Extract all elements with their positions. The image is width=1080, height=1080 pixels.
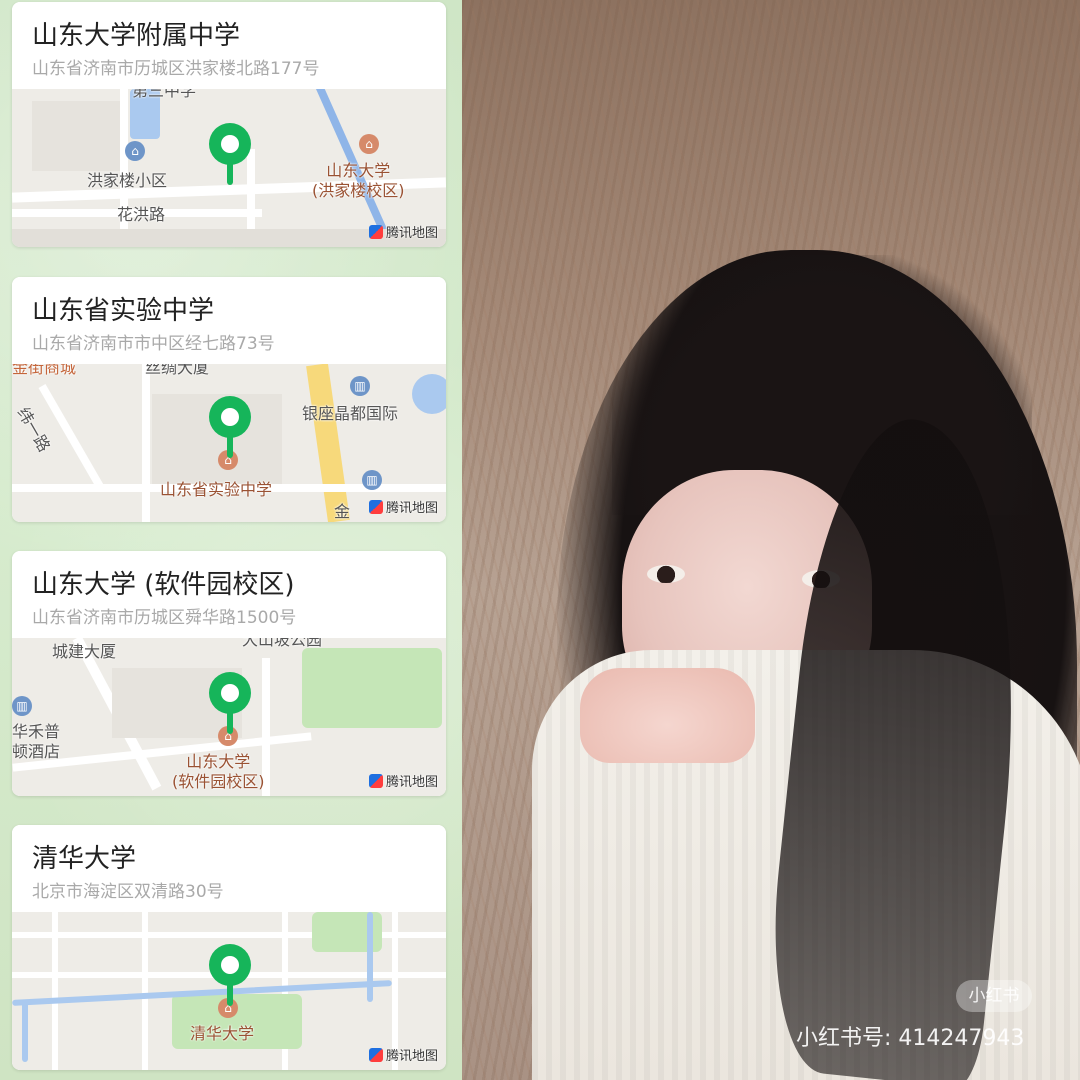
location-card-1[interactable]: 山东大学附属中学 山东省济南市历城区洪家楼北路177号 第三中学 ⌂ 洪家楼小区… <box>12 2 446 247</box>
map-label: 大山坡公园 <box>242 638 323 649</box>
card-header: 山东大学 (软件园校区) 山东省济南市历城区舜华路1500号 <box>12 551 446 638</box>
tencent-map-brand: 腾讯地图 <box>368 771 438 790</box>
location-address: 山东省济南市历城区洪家楼北路177号 <box>32 59 320 79</box>
map-road <box>306 364 350 522</box>
map-road <box>52 912 58 1070</box>
school-icon: ⌂ <box>359 134 379 154</box>
home-icon: ⌂ <box>125 141 145 161</box>
poi-label: 清华大学 <box>190 1024 255 1043</box>
tencent-map-logo-icon <box>368 499 383 514</box>
hand <box>580 668 755 763</box>
tencent-map-logo-icon <box>368 773 383 788</box>
tencent-map-brand: 腾讯地图 <box>368 1045 438 1064</box>
map-preview[interactable]: 金街商城 丝绸大厦 ▥ 银座晶都国际 纬一路 ⌂ 山东省实验中学 ▥ 金 腾讯地… <box>12 364 446 522</box>
poi-label: 山东省实验中学 <box>160 480 273 499</box>
watermark-id: 小红书号: 414247943 <box>796 1026 1025 1051</box>
map-pin-icon <box>209 123 251 185</box>
location-title: 清华大学 <box>32 844 137 874</box>
map-preview[interactable]: 第三中学 ⌂ 洪家楼小区 花洪路 ⌂ 山东大学 (洪家楼校区) 腾讯地图 <box>12 89 446 247</box>
tencent-map-brand: 腾讯地图 <box>368 222 438 241</box>
brand-label: 腾讯地图 <box>385 226 438 241</box>
tencent-map-logo-icon <box>368 224 383 239</box>
brand-label: 腾讯地图 <box>385 1049 438 1064</box>
location-card-4[interactable]: 清华大学 北京市海淀区双清路30号 ⌂ 清华大学 腾讯地图 <box>12 825 446 1070</box>
map-label: 洪家楼小区 <box>87 171 168 190</box>
brand-label: 腾讯地图 <box>385 775 438 790</box>
card-header: 山东省实验中学 山东省济南市市中区经七路73号 <box>12 277 446 364</box>
location-title: 山东大学 (软件园校区) <box>32 570 295 600</box>
building-icon: ▥ <box>12 696 32 716</box>
building-icon: ▥ <box>362 470 382 490</box>
location-address: 山东省济南市市中区经七路73号 <box>32 334 275 354</box>
map-preview[interactable]: ⌂ 清华大学 腾讯地图 <box>12 912 446 1070</box>
map-block <box>32 101 122 171</box>
map-water <box>412 374 446 414</box>
tencent-map-brand: 腾讯地图 <box>368 497 438 516</box>
map-label: 花洪路 <box>117 205 166 224</box>
map-label: 第三中学 <box>132 89 197 100</box>
map-label: 金街商城 <box>12 364 77 377</box>
location-title: 山东大学附属中学 <box>32 21 241 51</box>
location-title: 山东省实验中学 <box>32 296 215 326</box>
location-card-3[interactable]: 山东大学 (软件园校区) 山东省济南市历城区舜华路1500号 大山坡公园 城建大… <box>12 551 446 796</box>
poi-label: 山东大学 (洪家楼校区) <box>312 161 405 200</box>
map-pin-icon <box>209 396 251 458</box>
map-label: 城建大厦 <box>52 642 117 661</box>
brand-label: 腾讯地图 <box>385 501 438 516</box>
tencent-map-logo-icon <box>368 1047 383 1062</box>
left-eye <box>647 565 685 583</box>
map-label: 金 <box>334 502 351 521</box>
map-pin-icon <box>209 672 251 734</box>
map-pin-icon <box>209 944 251 1006</box>
map-label: 丝绸大厦 <box>145 364 210 377</box>
map-road <box>142 364 150 522</box>
map-road <box>142 912 148 1070</box>
map-water <box>22 1002 28 1062</box>
map-water <box>367 912 373 1002</box>
card-header: 清华大学 北京市海淀区双清路30号 <box>12 825 446 912</box>
xiaohongshu-badge: 小红书 <box>956 980 1032 1012</box>
location-address: 山东省济南市历城区舜华路1500号 <box>32 608 297 628</box>
map-label: 华禾普 顿酒店 <box>12 722 61 761</box>
location-card-2[interactable]: 山东省实验中学 山东省济南市市中区经七路73号 金街商城 丝绸大厦 ▥ 银座晶都… <box>12 277 446 522</box>
portrait-photo <box>462 0 1080 1080</box>
building-icon: ▥ <box>350 376 370 396</box>
map-label: 银座晶都国际 <box>302 404 399 423</box>
map-preview[interactable]: 大山坡公园 城建大厦 ▥ 华禾普 顿酒店 ⌂ 山东大学 (软件园校区) 腾讯地图 <box>12 638 446 796</box>
location-address: 北京市海淀区双清路30号 <box>32 882 224 902</box>
poi-label: 山东大学 (软件园校区) <box>172 752 265 791</box>
card-header: 山东大学附属中学 山东省济南市历城区洪家楼北路177号 <box>12 2 446 89</box>
map-park <box>302 648 442 728</box>
